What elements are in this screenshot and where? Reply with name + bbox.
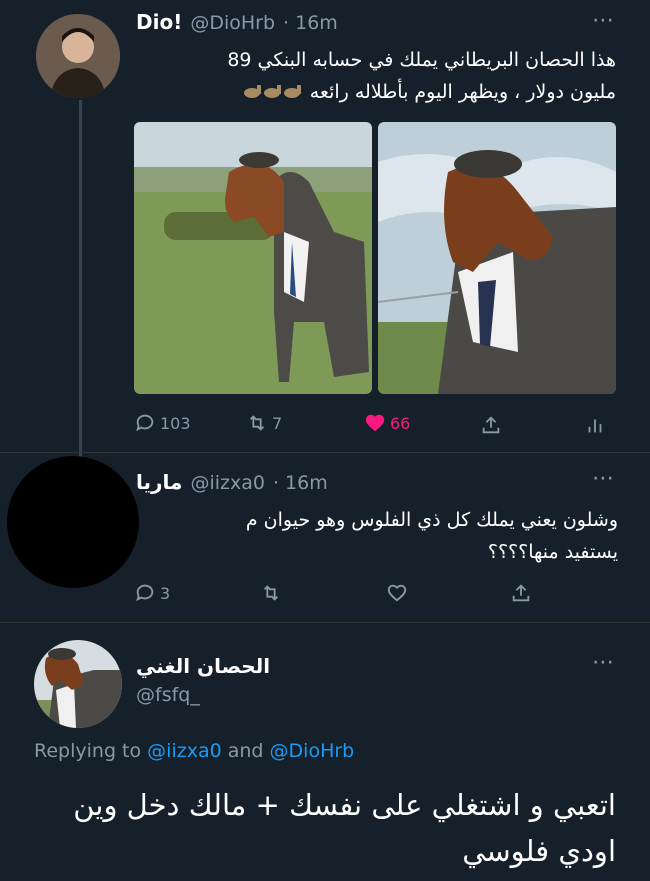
replying-to: Replying to @iizxa0 and @DioHrb: [34, 740, 354, 762]
analytics-button[interactable]: [584, 414, 606, 436]
replying-prefix: Replying to: [34, 740, 142, 762]
reply-icon: [136, 584, 154, 602]
retweet-icon: [249, 415, 265, 431]
share-button[interactable]: [480, 414, 502, 436]
reply-count: 103: [160, 413, 191, 433]
tweet-text: هذا الحصان البريطاني يملك في حسابه البنك…: [130, 44, 616, 108]
retweet-icon: [263, 585, 279, 601]
author-name[interactable]: Dio!: [136, 10, 182, 34]
retweet-button[interactable]: 7: [246, 412, 282, 434]
tweet-text-line: اتعبي و اشتغلي على نفسك + مالك دخل وين: [73, 788, 616, 822]
author-handle[interactable]: @DioHrb: [190, 12, 275, 34]
like-count: 66: [390, 413, 411, 433]
tweet-text: وشلون يعني يملك كل ذي الفلوس وهو حيوان م…: [140, 504, 618, 568]
like-button[interactable]: [386, 582, 408, 604]
thread-line: [79, 100, 82, 460]
like-button[interactable]: 66: [364, 412, 410, 434]
author-handle[interactable]: @iizxa0: [190, 472, 265, 494]
share-icon: [482, 416, 500, 434]
tweet-text-line: هذا الحصان البريطاني يملك في حسابه البنك…: [227, 49, 616, 71]
horse-emoji: [242, 76, 304, 108]
more-icon[interactable]: ⋯: [592, 466, 615, 491]
retweet-count: 7: [272, 413, 283, 433]
divider: [0, 622, 650, 623]
heart-icon: [387, 584, 407, 602]
analytics-icon: [588, 419, 602, 433]
reply-icon: [136, 414, 154, 432]
share-button[interactable]: [510, 582, 532, 604]
tweet-photo-right[interactable]: [378, 122, 616, 394]
and-word: and: [227, 740, 264, 762]
mention-link[interactable]: @DioHrb: [270, 740, 355, 762]
avatar-maria[interactable]: [7, 456, 139, 588]
reply-button[interactable]: 3: [134, 582, 170, 604]
author-name[interactable]: ماريا: [136, 470, 182, 494]
avatar-dio[interactable]: [36, 14, 120, 98]
more-icon[interactable]: ⋯: [592, 8, 615, 33]
author-handle[interactable]: @fsfq_: [136, 684, 270, 706]
retweet-button[interactable]: [260, 582, 282, 604]
tweet-text: اتعبي و اشتغلي على نفسك + مالك دخل وين ا…: [40, 782, 616, 874]
mention-link[interactable]: @iizxa0: [147, 740, 222, 762]
tweet-text-line: وشلون يعني يملك كل ذي الفلوس وهو حيوان م: [245, 509, 618, 531]
divider: [0, 452, 650, 453]
avatar-rich-horse[interactable]: [34, 640, 122, 728]
heart-icon: [365, 414, 385, 432]
tweet-text-line: يستفيد منها؟؟؟؟: [487, 541, 618, 563]
author-name[interactable]: الحصان الغني: [136, 654, 270, 678]
more-icon[interactable]: ⋯: [592, 650, 615, 675]
reply-count: 3: [160, 583, 171, 603]
reply-button[interactable]: 103: [134, 412, 191, 434]
share-icon: [512, 584, 530, 602]
tweet-text-line: اودي فلوسي: [462, 834, 616, 868]
tweet-photo-left[interactable]: [134, 122, 372, 394]
tweet-time[interactable]: · 16m: [273, 472, 328, 494]
tweet-text-line: مليون دولار ، ويظهر اليوم بأطلاله رائعه: [309, 81, 616, 103]
tweet-time[interactable]: · 16m: [283, 12, 338, 34]
